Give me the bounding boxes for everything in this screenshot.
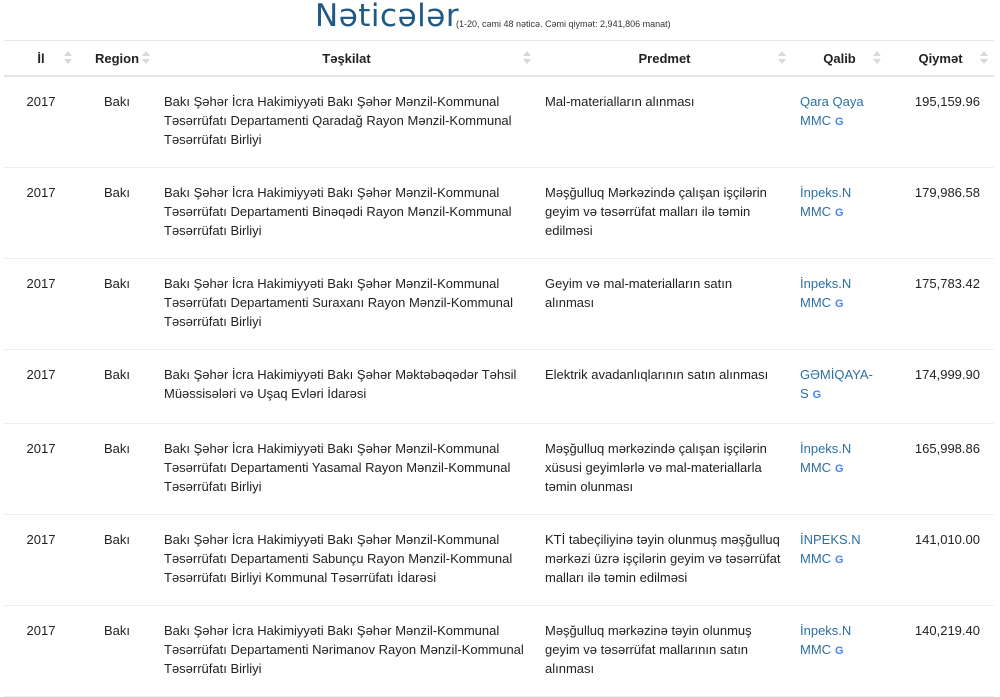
cell-winner: İnpeks.N MMC G <box>792 167 887 259</box>
sort-icon[interactable] <box>64 51 72 65</box>
column-header-price[interactable]: Qiymət <box>887 40 994 77</box>
table-row: 2017 Bakı Bakı Şəhər İcra Hakimiyyəti Ba… <box>4 167 994 259</box>
table-row: 2017 Bakı Bakı Şəhər İcra Hakimiyyəti Ba… <box>4 423 994 515</box>
results-table: İl Region Təşkilat Predmet Qalib Qiymət <box>4 40 994 697</box>
google-search-icon[interactable]: G <box>835 460 844 479</box>
column-header-label: Predmet <box>638 50 691 66</box>
cell-region: Bakı <box>78 349 156 424</box>
cell-organization: Bakı Şəhər İcra Hakimiyyəti Bakı Şəhər M… <box>156 605 537 697</box>
cell-region: Bakı <box>78 167 156 259</box>
cell-organization: Bakı Şəhər İcra Hakimiyyəti Bakı Şəhər M… <box>156 349 537 424</box>
table-row: 2017 Bakı Bakı Şəhər İcra Hakimiyyəti Ba… <box>4 258 994 350</box>
cell-price: 165,998.86 <box>887 423 994 515</box>
winner-link[interactable]: İnpeks.N MMC <box>800 441 851 475</box>
table-header-row: İl Region Təşkilat Predmet Qalib Qiymət <box>4 40 994 77</box>
cell-subject: Məşğulluq mərkəzinə təyin olunmuş geyim … <box>537 605 792 697</box>
page-title: Nəticələr <box>315 0 460 34</box>
column-header-label: İl <box>37 50 45 66</box>
cell-subject: Geyim və mal-materialların satın alınmas… <box>537 258 792 350</box>
winner-link[interactable]: İnpeks.N MMC <box>800 623 851 657</box>
winner-link[interactable]: Qara Qaya MMC <box>800 94 864 128</box>
table-row: 2017 Bakı Bakı Şəhər İcra Hakimiyyəti Ba… <box>4 349 994 424</box>
cell-organization: Bakı Şəhər İcra Hakimiyyəti Bakı Şəhər M… <box>156 423 537 515</box>
cell-winner: İnpeks.N MMC G <box>792 258 887 350</box>
column-header-label: Təşkilat <box>322 50 371 66</box>
cell-organization: Bakı Şəhər İcra Hakimiyyəti Bakı Şəhər M… <box>156 167 537 259</box>
cell-subject: Məşğulluq mərkəzində çalışan işçilərin x… <box>537 423 792 515</box>
sort-icon[interactable] <box>778 51 786 65</box>
cell-year: 2017 <box>4 423 78 515</box>
cell-organization: Bakı Şəhər İcra Hakimiyyəti Bakı Şəhər M… <box>156 76 537 168</box>
cell-organization: Bakı Şəhər İcra Hakimiyyəti Bakı Şəhər M… <box>156 258 537 350</box>
winner-link[interactable]: İnpeks.N MMC <box>800 276 851 310</box>
cell-region: Bakı <box>78 423 156 515</box>
cell-price: 179,986.58 <box>887 167 994 259</box>
cell-winner: Qara Qaya MMC G <box>792 76 887 168</box>
cell-subject: Mal-materialların alınması <box>537 76 792 168</box>
cell-year: 2017 <box>4 167 78 259</box>
column-header-organization[interactable]: Təşkilat <box>156 40 537 77</box>
cell-year: 2017 <box>4 349 78 424</box>
cell-subject: KTİ tabeçiliyinə təyin olunmuş məşğulluq… <box>537 514 792 606</box>
cell-winner: İnpeks.N MMC G <box>792 423 887 515</box>
table-row: 2017 Bakı Bakı Şəhər İcra Hakimiyyəti Ba… <box>4 514 994 606</box>
winner-link[interactable]: GƏMİQAYA-S <box>800 367 873 401</box>
cell-region: Bakı <box>78 605 156 697</box>
google-search-icon[interactable]: G <box>835 204 844 223</box>
winner-link[interactable]: İnpeks.N MMC <box>800 185 851 219</box>
cell-subject: Məşğulluq Mərkəzində çalışan işçilərin g… <box>537 167 792 259</box>
column-header-label: Qiymət <box>918 50 963 66</box>
cell-year: 2017 <box>4 76 78 168</box>
sort-icon[interactable] <box>523 51 531 65</box>
cell-price: 175,783.42 <box>887 258 994 350</box>
sort-icon[interactable] <box>980 51 988 65</box>
cell-subject: Elektrik avadanlıqlarının satın alınması <box>537 349 792 424</box>
column-header-winner[interactable]: Qalib <box>792 40 887 77</box>
cell-year: 2017 <box>4 514 78 606</box>
cell-price: 195,159.96 <box>887 76 994 168</box>
column-header-label: Qalib <box>823 50 856 66</box>
results-summary: (1-20, cəmi 48 nəticə. Cəmi qiymət: 2,94… <box>456 19 671 29</box>
winner-link[interactable]: İNPEKS.N MMC <box>800 532 861 566</box>
google-search-icon[interactable]: G <box>835 551 844 570</box>
cell-region: Bakı <box>78 258 156 350</box>
cell-price: 174,999.90 <box>887 349 994 424</box>
cell-winner: İnpeks.N MMC G <box>792 605 887 697</box>
cell-winner: GƏMİQAYA-S G <box>792 349 887 424</box>
column-header-region[interactable]: Region <box>78 40 156 77</box>
results-header: Nəticələr (1-20, cəmi 48 nəticə. Cəmi qi… <box>0 0 1000 40</box>
table-row: 2017 Bakı Bakı Şəhər İcra Hakimiyyəti Ba… <box>4 605 994 697</box>
cell-year: 2017 <box>4 605 78 697</box>
cell-price: 141,010.00 <box>887 514 994 606</box>
cell-year: 2017 <box>4 258 78 350</box>
google-search-icon[interactable]: G <box>835 113 844 132</box>
google-search-icon[interactable]: G <box>813 386 822 405</box>
cell-organization: Bakı Şəhər İcra Hakimiyyəti Bakı Şəhər M… <box>156 514 537 606</box>
column-header-label: Region <box>94 50 140 66</box>
cell-region: Bakı <box>78 514 156 606</box>
column-header-year[interactable]: İl <box>4 40 78 77</box>
google-search-icon[interactable]: G <box>835 642 844 661</box>
sort-icon[interactable] <box>873 51 881 65</box>
google-search-icon[interactable]: G <box>835 295 844 314</box>
cell-price: 140,219.40 <box>887 605 994 697</box>
cell-region: Bakı <box>78 76 156 168</box>
column-header-subject[interactable]: Predmet <box>537 40 792 77</box>
cell-winner: İNPEKS.N MMC G <box>792 514 887 606</box>
sort-icon[interactable] <box>142 51 150 65</box>
table-row: 2017 Bakı Bakı Şəhər İcra Hakimiyyəti Ba… <box>4 76 994 168</box>
